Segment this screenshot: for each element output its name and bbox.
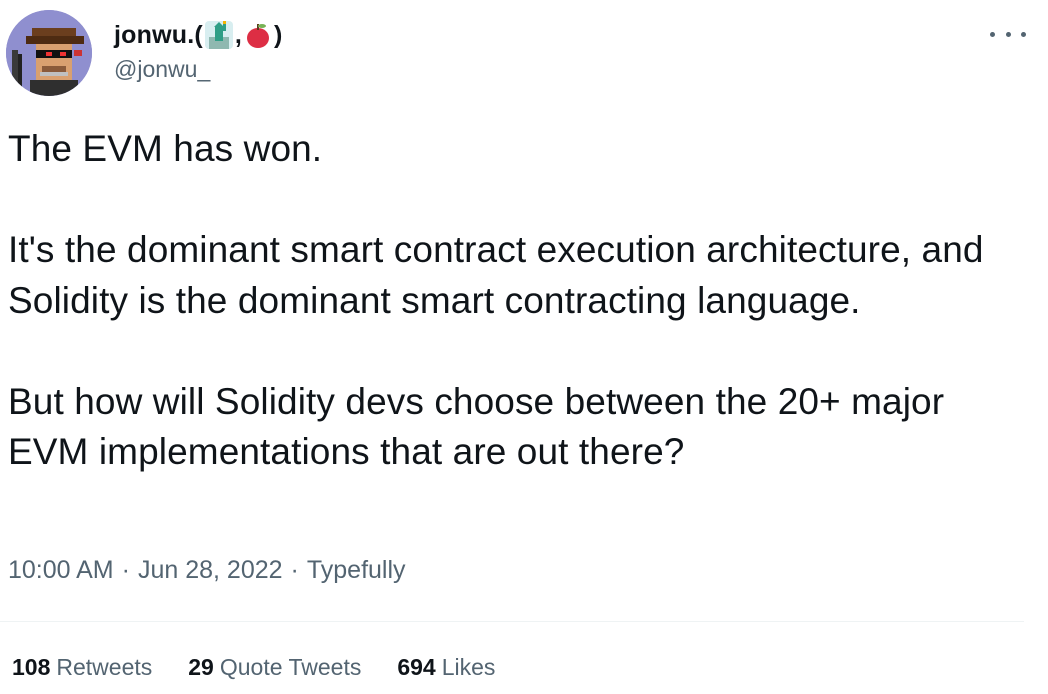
quote-tweets-stat[interactable]: 29 Quote Tweets <box>188 654 361 681</box>
engagement-stats: 108 Retweets 29 Quote Tweets 694 Likes <box>12 654 495 681</box>
meta-separator: · <box>121 556 130 584</box>
more-dot-icon <box>990 31 995 37</box>
tweet-paragraph: It's the dominant smart contract executi… <box>8 229 984 321</box>
author-handle[interactable]: @jonwu_ <box>114 56 210 83</box>
tweet-source-link[interactable]: Typefully <box>307 556 406 585</box>
display-name[interactable]: jonwu.( , ) <box>114 18 283 52</box>
display-name-separator: , <box>234 20 243 49</box>
display-name-text: jonwu.( <box>114 20 203 49</box>
likes-label: Likes <box>441 654 496 680</box>
tweet-date[interactable]: Jun 28, 2022 <box>138 556 283 585</box>
tweet-paragraph: The EVM has won. <box>8 128 323 169</box>
quote-tweets-count: 29 <box>188 654 214 680</box>
statue-of-liberty-icon <box>204 21 233 49</box>
likes-stat[interactable]: 694 Likes <box>397 654 495 681</box>
avatar-pixel-art-icon <box>6 10 92 96</box>
more-dot-icon <box>1005 31 1011 37</box>
likes-count: 694 <box>397 654 436 680</box>
divider <box>0 621 1024 622</box>
quote-tweets-label: Quote Tweets <box>219 654 362 680</box>
avatar[interactable] <box>6 10 92 96</box>
retweets-stat[interactable]: 108 Retweets <box>12 654 152 681</box>
meta-separator: · <box>290 556 299 584</box>
tweet-time[interactable]: 10:00 AM <box>8 556 114 585</box>
tweet-paragraph: But how will Solidity devs choose betwee… <box>8 380 945 473</box>
tweet-metadata: 10:00 AM · Jun 28, 2022 · Typefully <box>8 556 406 585</box>
display-name-suffix: ) <box>274 20 283 49</box>
more-options-button[interactable] <box>990 22 1026 46</box>
retweets-count: 108 <box>12 654 51 680</box>
tweet: jonwu.( , ) @jonwu_ The EVM has won. It'… <box>0 0 1048 694</box>
retweets-label: Retweets <box>56 654 153 680</box>
red-apple-icon <box>244 21 272 49</box>
tweet-text: The EVM has won. It's the dominant smart… <box>8 124 1018 478</box>
more-dot-icon <box>1021 31 1026 37</box>
